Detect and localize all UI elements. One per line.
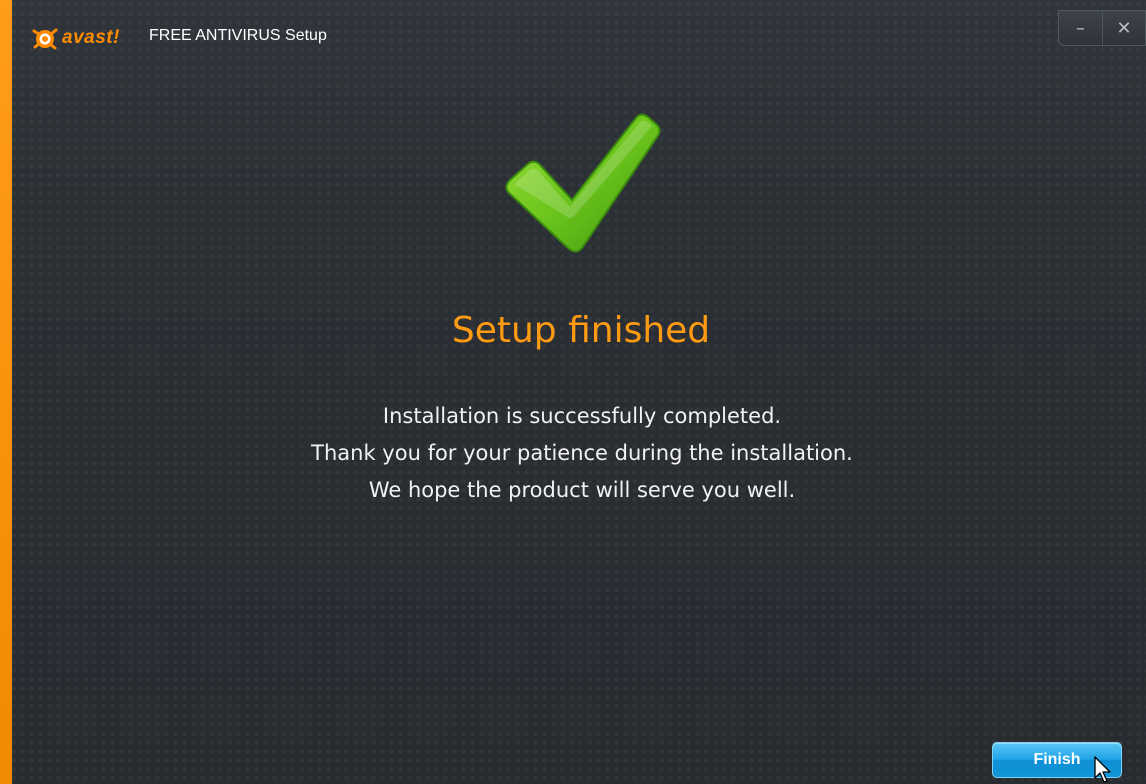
mouse-cursor-icon [1093, 756, 1117, 784]
message-line: Installation is successfully completed. [382, 404, 782, 428]
message-text: Installation is successfully completed. … [0, 398, 1146, 509]
window-controls: – ✕ [1058, 10, 1146, 46]
avast-logo: avast! [32, 24, 120, 52]
close-button[interactable]: ✕ [1102, 10, 1146, 46]
checkmark-icon [504, 112, 662, 254]
message-line: Thank you for your patience during the i… [311, 441, 853, 465]
message-line: We hope the product will serve you well. [368, 478, 796, 502]
accent-bar [0, 0, 12, 784]
title-bar[interactable]: avast! FREE ANTIVIRUS Setup – ✕ [12, 0, 1146, 66]
setup-window: avast! FREE ANTIVIRUS Setup – ✕ Setup fi… [0, 0, 1146, 784]
page-title: Setup finished [451, 310, 711, 351]
minimize-button[interactable]: – [1058, 10, 1102, 46]
avast-ball-icon [32, 25, 58, 51]
window-title: FREE ANTIVIRUS Setup [149, 27, 327, 44]
minimize-icon: – [1076, 17, 1085, 39]
close-icon: ✕ [1116, 17, 1132, 39]
brand-word: avast! [62, 27, 120, 48]
